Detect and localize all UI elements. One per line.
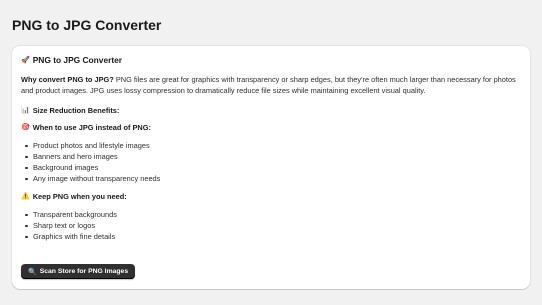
jpg-use-list: Product photos and lifestyle images Bann…	[21, 140, 521, 184]
page-title: PNG to JPG Converter	[12, 17, 162, 33]
scan-store-button[interactable]: 🔍 Scan Store for PNG Images	[21, 264, 136, 279]
list-item: Product photos and lifestyle images	[25, 140, 521, 151]
keep-png-label: Keep PNG when you need:	[32, 192, 127, 201]
info-card: 🚀 PNG to JPG Converter Why convert PNG t…	[12, 46, 530, 289]
magnifier-icon: 🔍	[28, 267, 37, 276]
list-item: Banners and hero images	[25, 151, 521, 162]
bar-chart-icon: 📊	[21, 106, 30, 114]
card-heading: 🚀 PNG to JPG Converter	[21, 55, 521, 66]
list-item: Background images	[25, 162, 521, 173]
intro-bold: Why convert PNG to JPG?	[21, 75, 114, 84]
when-jpg-label: When to use JPG instead of PNG:	[32, 123, 151, 132]
size-benefits-heading: 📊 Size Reduction Benefits:	[21, 105, 521, 116]
png-keep-list: Transparent backgrounds Sharp text or lo…	[21, 209, 521, 242]
rocket-icon: 🚀	[21, 56, 30, 64]
list-item: Graphics with fine details	[25, 231, 521, 242]
card-heading-label: PNG to JPG Converter	[32, 55, 123, 65]
intro-paragraph: Why convert PNG to JPG? PNG files are gr…	[21, 74, 521, 96]
when-jpg-heading: 🎯 When to use JPG instead of PNG:	[21, 122, 521, 133]
scan-store-button-label: Scan Store for PNG Images	[39, 268, 129, 275]
warning-icon: ⚠️	[21, 192, 30, 200]
list-item: Any image without transparency needs	[25, 173, 521, 184]
size-benefits-label: Size Reduction Benefits:	[32, 106, 120, 115]
list-item: Transparent backgrounds	[25, 209, 521, 220]
target-icon: 🎯	[21, 123, 30, 131]
list-item: Sharp text or logos	[25, 220, 521, 231]
keep-png-heading: ⚠️ Keep PNG when you need:	[21, 191, 521, 202]
